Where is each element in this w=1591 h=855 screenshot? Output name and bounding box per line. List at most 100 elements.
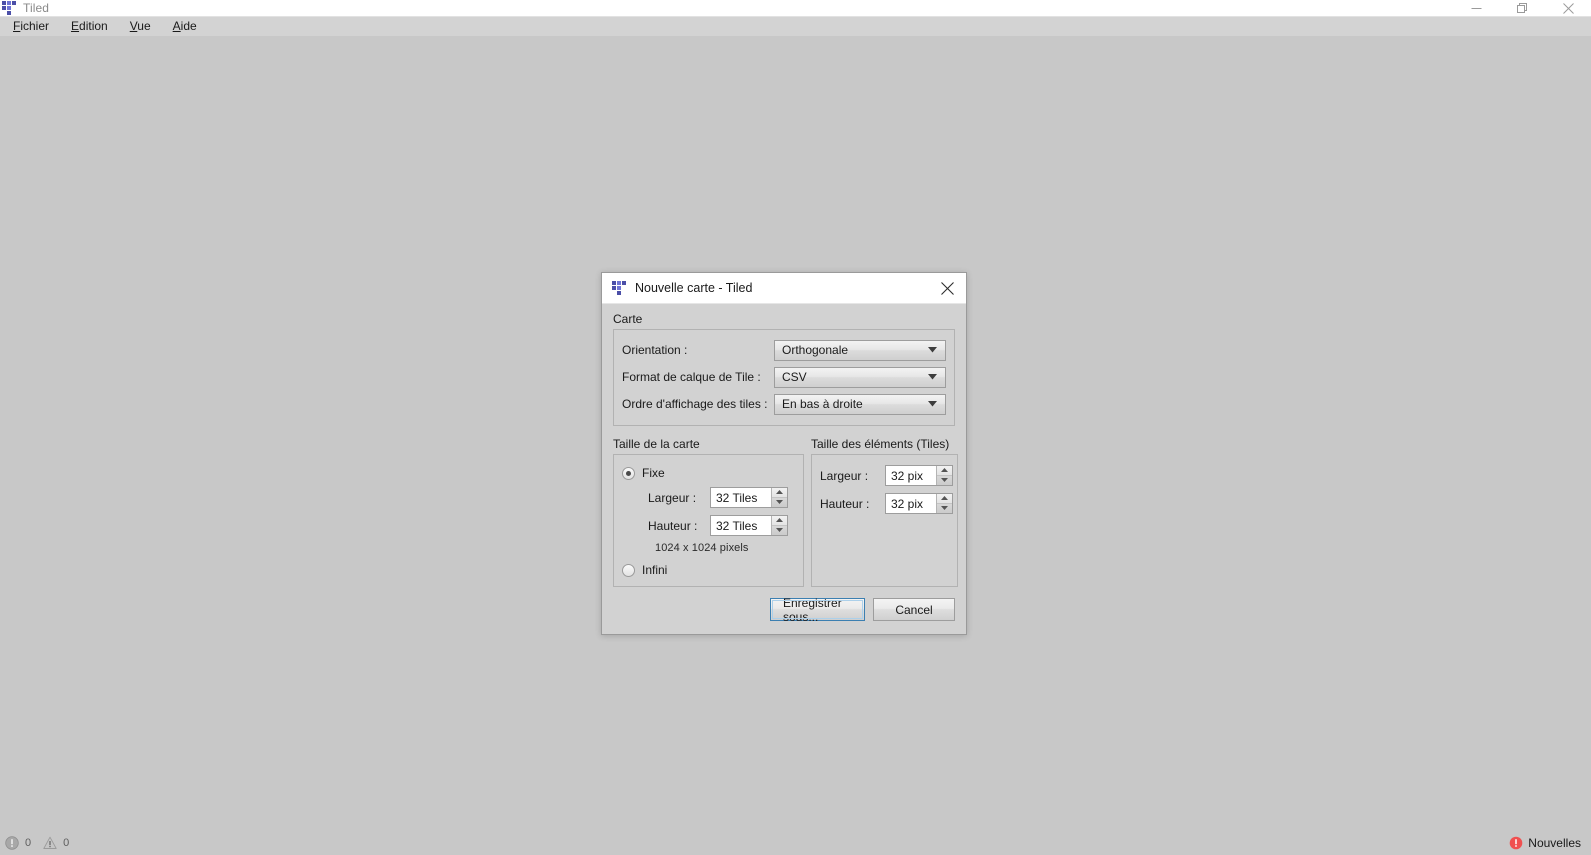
map-size-infinite-label: Infini (642, 563, 668, 577)
menubar: Fichier Edition Vue Aide (0, 17, 1591, 37)
menu-item-fichier[interactable]: Fichier (2, 17, 60, 36)
close-icon (940, 281, 954, 295)
tile-height-decrement-button[interactable] (937, 504, 952, 514)
map-height-decrement-button[interactable] (772, 526, 787, 536)
tile-width-increment-button[interactable] (937, 466, 952, 476)
tile-width-spinbox[interactable]: 32 pix (885, 465, 953, 486)
tile-render-order-combobox[interactable]: En bas à droite (774, 393, 946, 415)
cancel-button[interactable]: Cancel (873, 598, 955, 621)
chevron-up-icon (776, 490, 783, 495)
close-icon (1562, 3, 1574, 14)
menu-label: ichier (20, 19, 50, 33)
map-width-increment-button[interactable] (772, 488, 787, 498)
chevron-up-icon (776, 518, 783, 523)
menu-label: ue (137, 19, 151, 33)
dialog-close-button[interactable] (928, 273, 966, 303)
menu-mnemonic: E (71, 19, 80, 33)
dialog-body: Carte Orientation : Orthogonale Format d… (602, 304, 966, 634)
tile-width-row: Largeur : 32 pix (820, 464, 953, 487)
orientation-row: Orientation : Orthogonale (622, 339, 946, 361)
chevron-down-icon (941, 478, 948, 483)
tile-layer-format-combobox[interactable]: CSV (774, 366, 946, 388)
carte-groupbox: Carte Orientation : Orthogonale Format d… (613, 312, 955, 426)
statusbar-left: 0 0 (5, 836, 76, 850)
window-controls (1453, 0, 1591, 17)
map-width-row: Largeur : 32 Tiles (622, 486, 795, 509)
map-height-label: Hauteur : (648, 518, 698, 533)
chevron-up-icon (941, 496, 948, 501)
save-as-button[interactable]: Enregistrer sous... (770, 596, 865, 624)
tile-render-order-value: En bas à droite (782, 397, 863, 411)
warning-count: 0 (63, 837, 70, 849)
tile-size-groupbox: Taille des éléments (Tiles) Largeur : 32… (811, 437, 958, 587)
statusbar: 0 0 Nouvelles (0, 831, 1591, 855)
radio-unselected-icon (622, 563, 635, 577)
tile-layer-format-row: Format de calque de Tile : CSV (622, 366, 946, 388)
menu-label: ide (180, 19, 197, 33)
chevron-down-icon (776, 528, 783, 533)
warning-icon (43, 836, 57, 849)
map-width-spinbox[interactable]: 32 Tiles (710, 487, 788, 508)
window-titlebar: Tiled (0, 0, 1591, 17)
tile-height-label: Hauteur : (820, 496, 870, 511)
size-settings-row: Taille de la carte Fixe Largeur : 32 Til… (613, 437, 958, 587)
map-size-fixed-option[interactable]: Fixe (622, 464, 795, 482)
tile-layer-format-label: Format de calque de Tile : (622, 370, 761, 384)
map-height-spinbox[interactable]: 32 Tiles (710, 515, 788, 536)
menu-item-aide[interactable]: Aide (162, 17, 208, 36)
chevron-down-icon (928, 347, 937, 353)
map-size-groupbox: Taille de la carte Fixe Largeur : 32 Til… (613, 437, 804, 587)
tile-layer-format-value: CSV (782, 370, 807, 384)
map-width-spin-buttons (771, 488, 787, 507)
minimize-button[interactable] (1453, 0, 1499, 17)
dialog-title: Nouvelle carte - Tiled (635, 281, 753, 295)
map-height-row: Hauteur : 32 Tiles (622, 514, 795, 537)
dialog-button-row: Enregistrer sous... Cancel (613, 596, 955, 624)
chevron-down-icon (941, 506, 948, 511)
map-width-value: 32 Tiles (711, 488, 771, 507)
menu-item-edition[interactable]: Edition (60, 17, 119, 36)
map-size-group-frame: Fixe Largeur : 32 Tiles Hauteur: 32 Til… (613, 454, 804, 587)
chevron-down-icon (928, 401, 937, 407)
map-height-value: 32 Tiles (711, 516, 771, 535)
map-height-increment-button[interactable] (772, 516, 787, 526)
close-button[interactable] (1545, 0, 1591, 17)
tile-width-value: 32 pix (886, 466, 936, 485)
tiled-logo-icon (612, 281, 626, 295)
tile-render-order-row: Ordre d'affichage des tiles : En bas à d… (622, 393, 946, 415)
menu-item-vue[interactable]: Vue (119, 17, 162, 36)
tile-width-spin-buttons (936, 466, 952, 485)
tile-height-spinbox[interactable]: 32 pix (885, 493, 953, 514)
chevron-up-icon (941, 468, 948, 473)
menu-mnemonic: A (172, 19, 181, 33)
tiled-application-window: Tiled Fichier Edition Vue Aide Nouvelle … (0, 0, 1591, 855)
restore-icon (1516, 3, 1527, 13)
tile-width-decrement-button[interactable] (937, 476, 952, 486)
tile-height-increment-button[interactable] (937, 494, 952, 504)
restore-button[interactable] (1499, 0, 1545, 17)
tile-render-order-label: Ordre d'affichage des tiles : (622, 397, 768, 411)
map-size-infinite-option[interactable]: Infini (622, 561, 795, 579)
dialog-titlebar: Nouvelle carte - Tiled (602, 273, 966, 304)
map-size-group-title: Taille de la carte (613, 437, 700, 451)
orientation-label: Orientation : (622, 343, 688, 357)
map-width-label: Largeur : (648, 490, 697, 505)
news-label: Nouvelles (1528, 836, 1581, 850)
tile-size-group-frame: Largeur : 32 pix Hauteur: 32 pix (811, 454, 958, 587)
error-icon (5, 836, 19, 850)
radio-selected-icon (622, 466, 635, 480)
statusbar-right[interactable]: Nouvelles (1509, 831, 1581, 855)
map-size-fixed-label: Fixe (642, 466, 665, 480)
menu-label: dition (79, 19, 108, 33)
error-count: 0 (25, 837, 32, 849)
tile-width-label: Largeur : (820, 468, 869, 483)
chevron-down-icon (776, 500, 783, 505)
tile-size-group-title: Taille des éléments (Tiles) (811, 437, 950, 451)
new-map-dialog: Nouvelle carte - Tiled Carte Orientation… (601, 272, 967, 635)
minimize-icon (1471, 8, 1481, 9)
tile-height-value: 32 pix (886, 494, 936, 513)
map-width-decrement-button[interactable] (772, 498, 787, 508)
tile-height-row: Hauteur : 32 pix (820, 492, 953, 515)
editor-workspace: Nouvelle carte - Tiled Carte Orientation… (0, 37, 1591, 831)
orientation-combobox[interactable]: Orthogonale (774, 339, 946, 361)
